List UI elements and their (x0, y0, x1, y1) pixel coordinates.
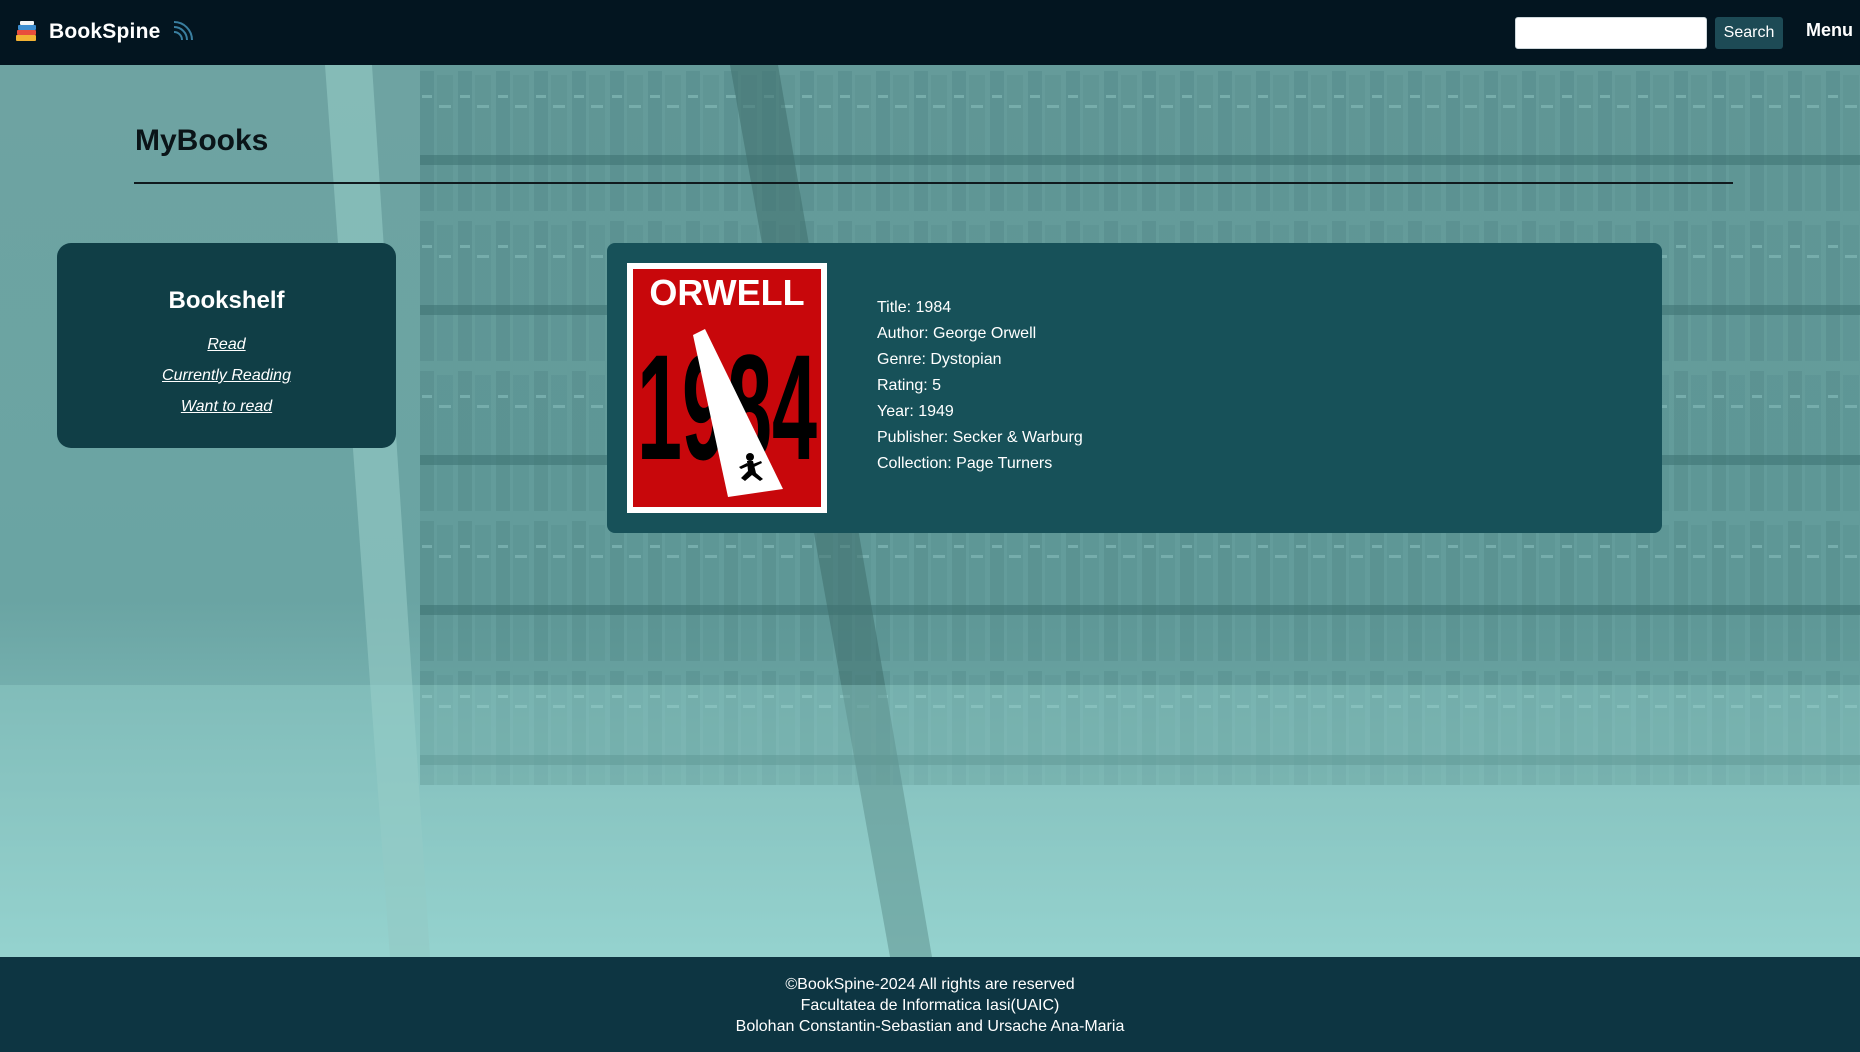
bookshelf-link-currently-reading[interactable]: Currently Reading (57, 360, 396, 391)
book-author: Author: George Orwell (877, 325, 1037, 342)
book-year: Year: 1949 (877, 403, 954, 420)
rss-feed-icon[interactable] (170, 20, 194, 44)
cover-author-text: ORWELL (649, 272, 804, 313)
book-publisher: Publisher: Secker & Warburg (877, 429, 1083, 446)
book-cover-art: ORWELL 1984 (633, 269, 821, 507)
brand-name[interactable]: BookSpine (49, 20, 160, 44)
bookshelf-link-want-to-read[interactable]: Want to read (57, 391, 396, 422)
footer-authors: Bolohan Constantin-Sebastian and Ursache… (735, 1018, 1125, 1035)
book-genre: Genre: Dystopian (877, 351, 1002, 368)
title-divider (134, 182, 1733, 184)
book-details: Title: 1984 Author: George Orwell Genre:… (877, 295, 1083, 477)
page-title: MyBooks (135, 124, 269, 157)
bookshelf-title: Bookshelf (168, 287, 285, 314)
footer: ©BookSpine-2024 All rights are reserved … (0, 957, 1860, 1052)
book-collection: Collection: Page Turners (877, 455, 1053, 472)
top-navbar: BookSpine Search Menu (0, 0, 1860, 65)
footer-copyright: ©BookSpine-2024 All rights are reserved (785, 976, 1075, 993)
menu-button[interactable]: Menu (1806, 20, 1853, 41)
books-stack-icon (16, 21, 36, 41)
book-card[interactable]: ORWELL 1984 Title: 1984 Author: George O… (607, 243, 1662, 533)
book-cover-image[interactable]: ORWELL 1984 (627, 263, 827, 513)
book-title: Title: 1984 (877, 299, 952, 316)
footer-faculty: Facultatea de Informatica Iasi(UAIC) (800, 997, 1060, 1014)
brand[interactable]: BookSpine (14, 16, 194, 48)
bookshelf-panel: Bookshelf Read Currently Reading Want to… (57, 243, 396, 448)
book-rating: Rating: 5 (877, 377, 942, 394)
search-button[interactable]: Search (1715, 17, 1783, 49)
bookshelf-link-read[interactable]: Read (57, 329, 396, 360)
search-input[interactable] (1515, 17, 1707, 49)
